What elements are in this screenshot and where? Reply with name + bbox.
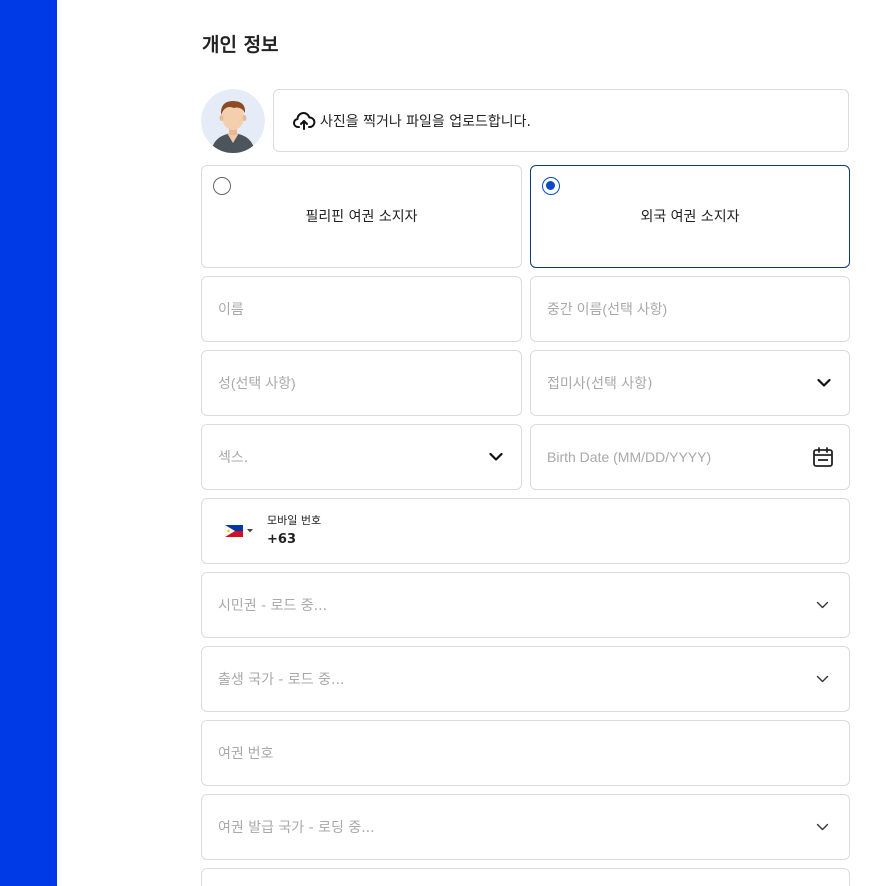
citizenship-select[interactable]: 시민권 - 로드 중... [201, 572, 850, 638]
birth-country-select[interactable]: 출생 국가 - 로드 중... [201, 646, 850, 712]
left-sidebar [0, 0, 57, 886]
first-name-input[interactable] [202, 277, 521, 341]
radio-button[interactable] [213, 177, 231, 195]
sex-placeholder: 섹스. [218, 450, 249, 466]
photo-upload-button[interactable]: 사진을 찍거나 파일을 업로드합니다. [273, 89, 849, 152]
cloud-upload-icon [292, 109, 316, 133]
mobile-country-code: +63 [267, 532, 296, 547]
middle-name-input[interactable] [531, 277, 849, 341]
chevron-down-icon [816, 601, 829, 609]
photo-upload-label: 사진을 찍거나 파일을 업로드합니다. [320, 113, 531, 130]
birth-date-field [530, 424, 850, 490]
suffix-placeholder: 접미사(선택 사항) [547, 376, 653, 392]
last-name-field [201, 350, 522, 416]
chevron-down-icon [817, 378, 831, 388]
passport-number-field [201, 720, 850, 786]
chevron-down-icon [489, 452, 503, 462]
radio-philippine-passport[interactable]: 필리핀 여권 소지자 [201, 165, 522, 268]
caret-down-icon [247, 529, 253, 533]
passport-issuing-country-select[interactable]: 여권 발급 국가 - 로딩 중... [201, 794, 850, 860]
suffix-select[interactable]: 접미사(선택 사항) [530, 350, 850, 416]
citizenship-placeholder: 시민권 - 로드 중... [218, 598, 328, 614]
last-name-input[interactable] [202, 351, 521, 415]
chevron-down-icon [816, 675, 829, 683]
avatar-image [201, 89, 265, 153]
next-form-field[interactable] [201, 868, 850, 886]
passport-issuing-country-placeholder: 여권 발급 국가 - 로딩 중... [218, 820, 375, 836]
middle-name-field [530, 276, 850, 342]
radio-button-selected[interactable] [542, 177, 560, 195]
page-title: 개인 정보 [202, 34, 279, 56]
birth-country-placeholder: 출생 국가 - 로드 중... [218, 672, 345, 688]
passport-number-input[interactable] [202, 721, 849, 785]
avatar [201, 89, 265, 153]
first-name-field [201, 276, 522, 342]
chevron-down-icon [816, 823, 829, 831]
radio-foreign-passport[interactable]: 외국 여권 소지자 [530, 165, 850, 268]
birth-date-input[interactable] [531, 425, 849, 489]
radio-label: 필리핀 여권 소지자 [305, 209, 418, 225]
radio-label: 외국 여권 소지자 [640, 209, 740, 225]
calendar-icon[interactable] [812, 446, 834, 468]
mobile-number-field[interactable]: 모바일 번호 +63 [201, 498, 850, 564]
sex-select[interactable]: 섹스. [201, 424, 522, 490]
country-code-select[interactable] [225, 525, 254, 537]
mobile-number-label: 모바일 번호 [267, 514, 322, 527]
philippines-flag-icon [225, 525, 243, 537]
